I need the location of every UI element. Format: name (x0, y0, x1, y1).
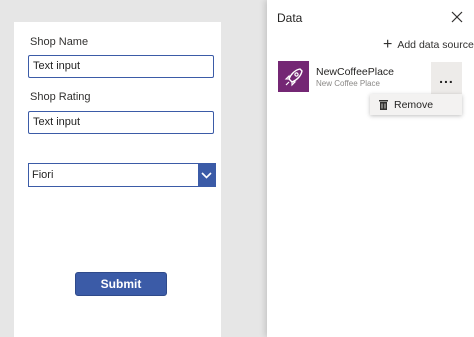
add-data-source-label: Add data source (397, 39, 474, 51)
shop-name-label: Shop Name (30, 36, 89, 48)
plus-icon: + (383, 36, 393, 53)
data-pane: Data + Add data source NewCoffeePlace Ne… (267, 0, 474, 337)
more-options-button[interactable]: ... (431, 62, 462, 94)
dropdown-value: Fiori (32, 169, 54, 181)
canvas-background (221, 0, 267, 337)
rocket-icon (278, 61, 309, 92)
data-source-subtitle: New Coffee Place (316, 79, 380, 88)
submit-button[interactable]: Submit (75, 272, 167, 296)
fiori-dropdown[interactable]: Fiori (28, 163, 216, 187)
context-menu-remove[interactable]: Remove (370, 94, 462, 115)
add-data-source-button[interactable]: + Add data source (383, 36, 474, 53)
close-icon[interactable] (451, 11, 463, 23)
form-canvas: Shop Name Text input Shop Rating Text in… (14, 22, 221, 337)
trash-icon (379, 99, 388, 110)
shop-rating-input[interactable]: Text input (28, 111, 214, 134)
remove-label: Remove (394, 98, 434, 111)
shop-name-input[interactable]: Text input (28, 55, 214, 78)
chevron-down-icon[interactable] (198, 164, 215, 186)
pane-title: Data (277, 11, 303, 25)
data-source-name: NewCoffeePlace (316, 66, 395, 78)
shop-rating-label: Shop Rating (30, 91, 91, 103)
